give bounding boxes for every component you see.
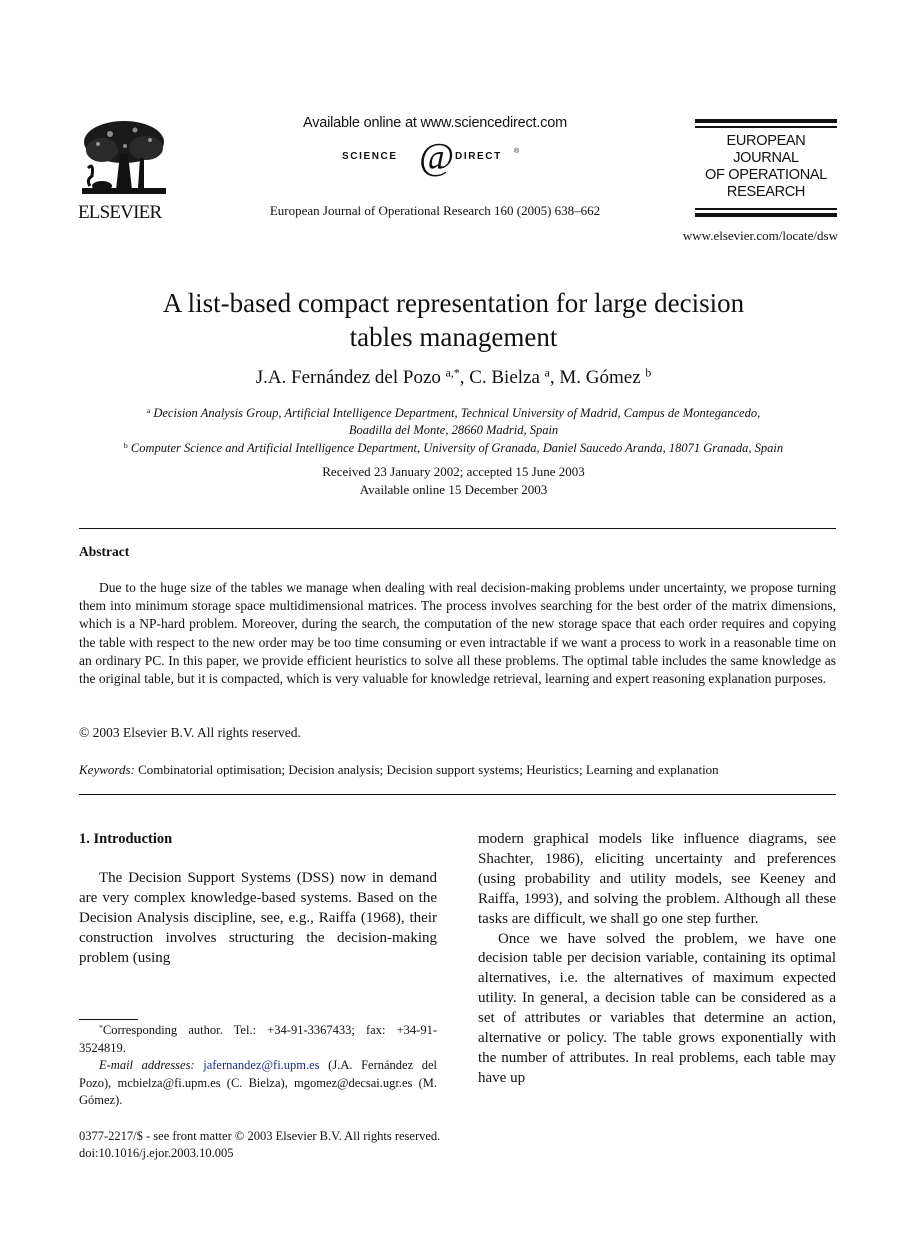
logo-rule xyxy=(695,126,837,128)
paragraph: modern graphical models like influence d… xyxy=(478,831,836,927)
left-column: The Decision Support Systems (DSS) now i… xyxy=(79,869,437,969)
sciencedirect-logo: SCIENCE @ DIRECT ® xyxy=(342,136,532,180)
author-marks: b xyxy=(645,366,652,380)
right-column: modern graphical models like influence d… xyxy=(478,830,836,1089)
journal-logo-line: JOURNAL xyxy=(733,150,799,166)
corresponding-author-note: *Corresponding author. Tel.: +34-91-3367… xyxy=(79,1022,437,1057)
journal-logo-line: EUROPEAN xyxy=(726,133,806,149)
email-owner: (C. Bielza), xyxy=(220,1075,294,1090)
elsevier-tree-icon xyxy=(82,121,166,194)
affiliation-a: a Decision Analysis Group, Artificial In… xyxy=(70,405,837,439)
keywords-label: Keywords: xyxy=(79,762,135,777)
abstract-heading: Abstract xyxy=(79,544,130,559)
author-list: J.A. Fernández del Pozo a,*, C. Bielza a… xyxy=(255,366,652,388)
author-name: C. Bielza xyxy=(469,367,540,388)
journal-logo-line: OF OPERATIONAL xyxy=(704,167,828,183)
available-online-text[interactable]: Available online at www.sciencedirect.co… xyxy=(280,115,590,131)
article-title: A list-based compact representation for … xyxy=(60,286,847,354)
received-date: Received 23 January 2002; accepted 15 Ju… xyxy=(322,464,585,479)
doi-line[interactable]: doi:10.1016/j.ejor.2003.10.005 xyxy=(79,1145,440,1162)
section-heading-introduction: 1. Introduction xyxy=(79,831,173,847)
paragraph: The Decision Support Systems (DSS) now i… xyxy=(79,870,437,966)
email-link[interactable]: jafernandez@fi.upm.es xyxy=(203,1058,319,1072)
affiliation-text: Computer Science and Artificial Intellig… xyxy=(130,441,784,455)
journal-logo-text: EUROPEAN JOURNAL OF OPERATIONAL RESEARCH xyxy=(695,133,837,201)
logo-rule xyxy=(695,213,837,217)
journal-logo: EUROPEAN JOURNAL OF OPERATIONAL RESEARCH xyxy=(695,117,837,217)
elsevier-wordmark: ELSEVIER xyxy=(78,202,162,223)
abstract-copyright: © 2003 Elsevier B.V. All rights reserved… xyxy=(79,725,301,740)
issn-doi: 0377-2217/$ - see front matter © 2003 El… xyxy=(79,1128,440,1162)
abstract-body: Due to the huge size of the tables we ma… xyxy=(79,580,836,687)
issn-line: 0377-2217/$ - see front matter © 2003 El… xyxy=(79,1129,441,1143)
author-marks: a xyxy=(544,366,550,380)
logo-rule xyxy=(695,119,837,123)
footnotes: *Corresponding author. Tel.: +34-91-3367… xyxy=(79,1022,437,1110)
title-line: tables management xyxy=(349,322,558,352)
journal-reference: European Journal of Operational Research… xyxy=(269,203,601,218)
footnote-text: Corresponding author. Tel.: +34-91-33674… xyxy=(79,1023,437,1055)
elsevier-logo: ELSEVIER xyxy=(78,118,170,223)
email-note: E-mail addresses: jafernandez@fi.upm.es … xyxy=(79,1057,437,1110)
email-link[interactable]: mgomez@decsai.ugr.es xyxy=(294,1076,412,1090)
affiliation-text: Boadilla del Monte, 28660 Madrid, Spain xyxy=(348,423,559,437)
footnote-rule xyxy=(79,1019,138,1020)
divider xyxy=(79,794,836,796)
keywords: Keywords: Combinatorial optimisation; De… xyxy=(79,762,836,778)
article-dates: Received 23 January 2002; accepted 15 Ju… xyxy=(60,463,847,498)
sciencedirect-direct: DIRECT xyxy=(455,151,502,162)
author-name: J.A. Fernández del Pozo xyxy=(255,367,441,388)
paragraph: Once we have solved the problem, we have… xyxy=(478,930,836,1086)
keywords-list: Combinatorial optimisation; Decision ana… xyxy=(138,762,719,777)
divider xyxy=(79,528,836,530)
author-name: M. Gómez xyxy=(559,367,641,388)
available-date: Available online 15 December 2003 xyxy=(359,481,548,497)
affiliation-mark: b xyxy=(123,440,128,450)
affiliation-b: b Computer Science and Artificial Intell… xyxy=(70,440,837,457)
logo-rule xyxy=(695,208,837,210)
journal-logo-line: RESEARCH xyxy=(726,184,806,200)
email-link[interactable]: mcbielza@fi.upm.es xyxy=(117,1076,220,1090)
email-label: E-mail addresses: xyxy=(99,1058,195,1072)
sciencedirect-at-icon: @ xyxy=(419,136,454,178)
registered-mark: ® xyxy=(514,148,521,155)
affiliation-mark: a xyxy=(146,405,151,415)
author-marks: a,* xyxy=(445,366,460,380)
journal-url[interactable]: www.elsevier.com/locate/dsw xyxy=(650,228,838,244)
sciencedirect-science: SCIENCE xyxy=(342,151,398,162)
affiliation-text: Decision Analysis Group, Artificial Inte… xyxy=(153,406,761,420)
title-line: A list-based compact representation for … xyxy=(162,288,745,318)
